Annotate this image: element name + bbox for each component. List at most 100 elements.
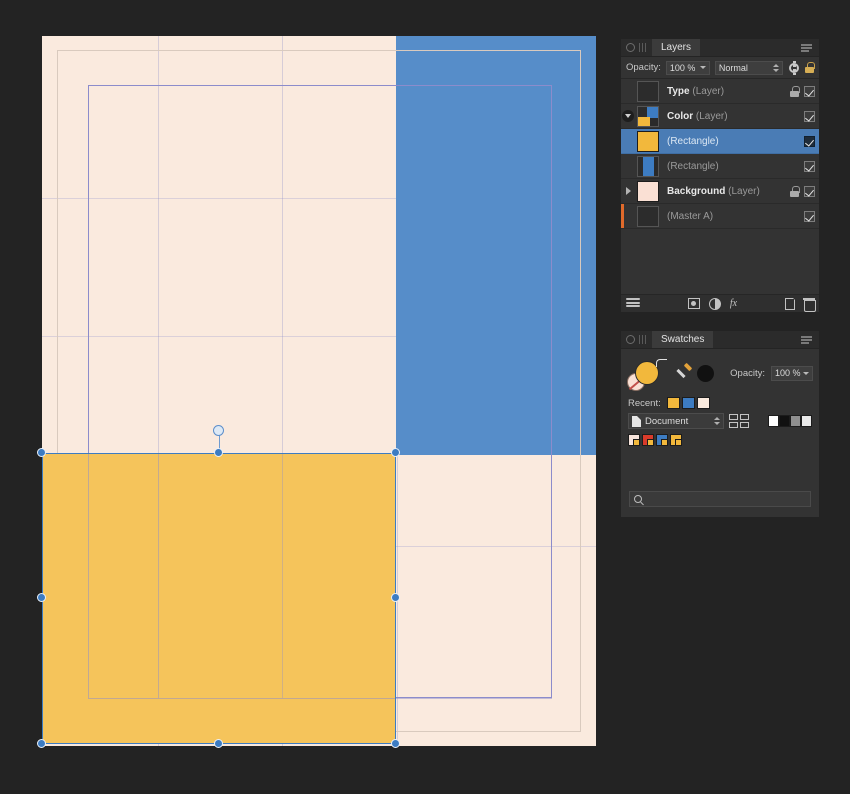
stepper-icon (773, 63, 779, 72)
eyedropper-icon[interactable] (675, 364, 693, 382)
search-input[interactable] (646, 494, 806, 504)
layer-row-color[interactable]: Color (Layer) (621, 104, 819, 129)
recent-swatch[interactable] (666, 397, 680, 409)
swatches-panel-tabbar: Swatches (621, 331, 819, 349)
resize-handle-middle-right[interactable] (391, 593, 400, 602)
drag-grip-icon[interactable] (639, 335, 646, 344)
swatches-opacity-label: Opacity: (730, 367, 765, 379)
document-swatch[interactable] (656, 434, 668, 446)
layer-visibility-checkbox[interactable] (804, 185, 815, 197)
canvas-workspace[interactable] (0, 0, 612, 794)
blue-rectangle-shape[interactable] (396, 36, 596, 455)
tab-layers[interactable]: Layers (652, 39, 701, 56)
resize-handle-middle-left[interactable] (37, 593, 46, 602)
layer-thumbnail (637, 205, 659, 227)
panel-menu-icon[interactable] (801, 334, 814, 345)
document-swatch[interactable] (670, 434, 682, 446)
layers-bottom-toolbar: fx (621, 294, 819, 312)
layer-visibility-checkbox[interactable] (804, 210, 815, 222)
recent-label: Recent: (628, 397, 661, 409)
stepper-icon (714, 417, 720, 425)
resize-handle-top-right[interactable] (391, 448, 400, 457)
fill-stroke-color-control[interactable] (627, 353, 669, 393)
tab-swatches[interactable]: Swatches (652, 331, 714, 348)
layer-visibility-checkbox[interactable] (804, 160, 815, 172)
palette-select-value: Document (645, 415, 689, 427)
layer-kind: (Rectangle) (667, 135, 719, 147)
yellow-rectangle-shape[interactable] (42, 453, 396, 744)
swatches-color-bar: Opacity: 100 % (621, 349, 819, 397)
rotation-handle[interactable] (213, 425, 224, 436)
resize-handle-bottom-left[interactable] (37, 739, 46, 748)
layer-kind: (Master A) (667, 210, 714, 222)
layer-row-rectangle-blue[interactable]: (Rectangle) (621, 154, 819, 179)
layer-kind: (Layer) (728, 185, 760, 197)
layers-stack-icon[interactable] (626, 298, 640, 309)
opacity-input[interactable]: 100 % (665, 60, 710, 75)
search-icon (634, 495, 642, 503)
layer-thumbnail (637, 180, 659, 202)
opacity-label: Opacity: (626, 62, 661, 73)
palette-select[interactable]: Document (628, 413, 724, 429)
blend-mode-value: Normal (718, 62, 748, 73)
disclosure-toggle[interactable] (621, 187, 635, 195)
panel-menu-icon[interactable] (801, 42, 814, 53)
swatch-view-grid-icon[interactable] (729, 414, 749, 428)
close-icon[interactable] (626, 43, 635, 52)
layer-row-master-a[interactable]: (Master A) (621, 204, 819, 229)
recent-swatch[interactable] (696, 397, 710, 409)
layer-name-master: (Master A) (659, 211, 799, 222)
mini-swatch-group[interactable] (768, 415, 812, 427)
swatch-search-field[interactable] (629, 491, 811, 507)
layer-visibility-checkbox[interactable] (804, 85, 815, 97)
swap-colors-icon[interactable] (656, 353, 669, 367)
recent-colors-row: Recent: (621, 397, 819, 413)
mask-icon[interactable] (687, 298, 700, 309)
layer-name-background: Background (Layer) (659, 186, 790, 197)
layer-visibility-checkbox[interactable] (804, 110, 815, 122)
layer-kind: (Rectangle) (667, 160, 719, 172)
layers-panel-tabbar: Layers (621, 39, 819, 57)
resize-handle-bottom-center[interactable] (214, 739, 223, 748)
chevron-down-icon (803, 371, 809, 375)
layer-name-type: Type (Layer) (659, 86, 790, 97)
swatches-opacity-value: 100 % (775, 368, 801, 378)
close-icon[interactable] (626, 335, 635, 344)
disclosure-toggle[interactable] (621, 110, 635, 122)
lock-icon[interactable] (790, 85, 800, 97)
layer-title: Background (667, 185, 726, 197)
document-swatch[interactable] (642, 434, 654, 446)
layer-visibility-checkbox[interactable] (804, 135, 815, 147)
resize-handle-bottom-right[interactable] (391, 739, 400, 748)
drag-grip-icon[interactable] (639, 43, 646, 52)
master-page-stripe (621, 204, 624, 228)
palette-selector-row: Document (621, 413, 819, 429)
layer-thumbnail (637, 80, 659, 102)
document-swatch[interactable] (628, 434, 640, 446)
adjustment-icon[interactable] (708, 297, 721, 310)
delete-layer-icon[interactable] (803, 297, 816, 312)
application-window: Layers Opacity: 100 % Normal Type (Layer… (0, 0, 850, 794)
gear-icon[interactable] (788, 60, 800, 75)
layer-title: Type (667, 85, 690, 97)
new-layer-icon[interactable] (785, 297, 796, 310)
fx-icon[interactable]: fx (730, 298, 737, 309)
blend-mode-select[interactable]: Normal (714, 60, 783, 75)
resize-handle-top-center[interactable] (214, 448, 223, 457)
layer-row-type[interactable]: Type (Layer) (621, 79, 819, 104)
layer-list: Type (Layer) Color (Layer) (Rectangle) (… (621, 79, 819, 229)
swatches-opacity-input[interactable]: 100 % (771, 365, 813, 381)
resize-handle-top-left[interactable] (37, 448, 46, 457)
layer-thumbnail (637, 155, 659, 177)
lock-icon[interactable] (805, 62, 815, 73)
lock-icon[interactable] (790, 185, 800, 197)
black-color-swatch[interactable] (697, 364, 714, 382)
layer-name-color: Color (Layer) (659, 111, 799, 122)
swatches-panel: Swatches Opacity: 100 % Recent: Document (620, 330, 820, 518)
recent-swatch[interactable] (681, 397, 695, 409)
layer-name-rectangle: (Rectangle) (659, 136, 799, 147)
layer-row-background[interactable]: Background (Layer) (621, 179, 819, 204)
chevron-down-icon (699, 66, 706, 69)
layer-row-rectangle-yellow[interactable]: (Rectangle) (621, 129, 819, 154)
layer-thumbnail (637, 105, 659, 127)
